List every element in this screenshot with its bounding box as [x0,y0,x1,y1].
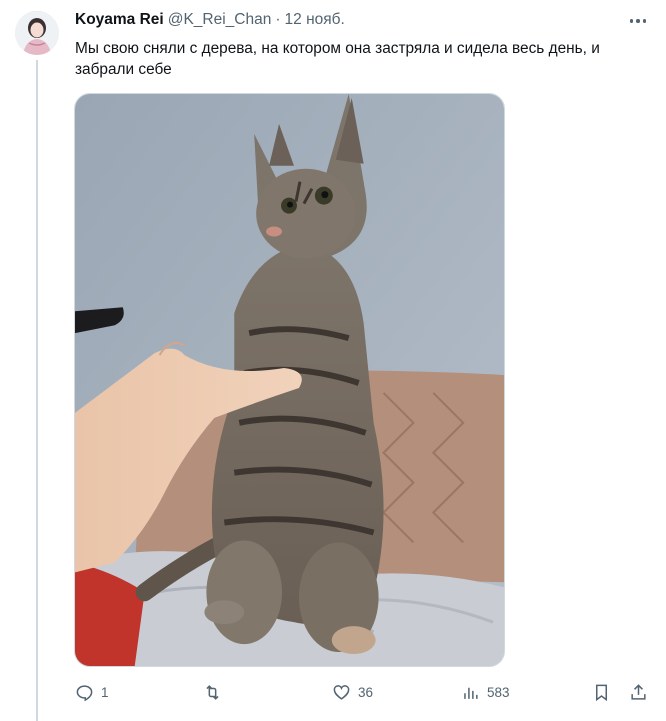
reply-icon [76,684,93,701]
views-button[interactable]: 583 [461,680,510,704]
heart-icon [333,684,350,700]
action-bar: 1 36 583 [75,680,660,704]
retweet-button[interactable] [203,680,229,704]
bookmark-button[interactable] [592,680,611,704]
tweet-photo[interactable] [74,93,505,667]
bookmark-icon [595,684,608,701]
share-icon [631,683,646,700]
like-count: 36 [358,684,374,700]
views-icon [464,687,478,699]
display-name[interactable]: Koyama Rei [75,11,164,29]
like-button[interactable]: 36 [332,680,373,704]
views-count: 583 [487,684,510,700]
retweet-icon [206,684,219,700]
separator-dot: · [275,11,281,28]
more-options-icon[interactable] [628,14,648,28]
reply-count: 1 [101,684,109,700]
thread-line [36,60,38,721]
share-button[interactable] [629,680,648,704]
user-handle[interactable]: @K_Rei_Chan [168,11,272,29]
reply-button[interactable]: 1 [75,680,109,704]
tweet-text: Мы свою сняли с дерева, на котором она з… [75,40,600,78]
avatar[interactable] [15,11,59,55]
tweet-date[interactable]: 12 нояб. [285,11,345,29]
tweet-header: Koyama Rei @K_Rei_Chan · 12 нояб. [75,11,345,31]
